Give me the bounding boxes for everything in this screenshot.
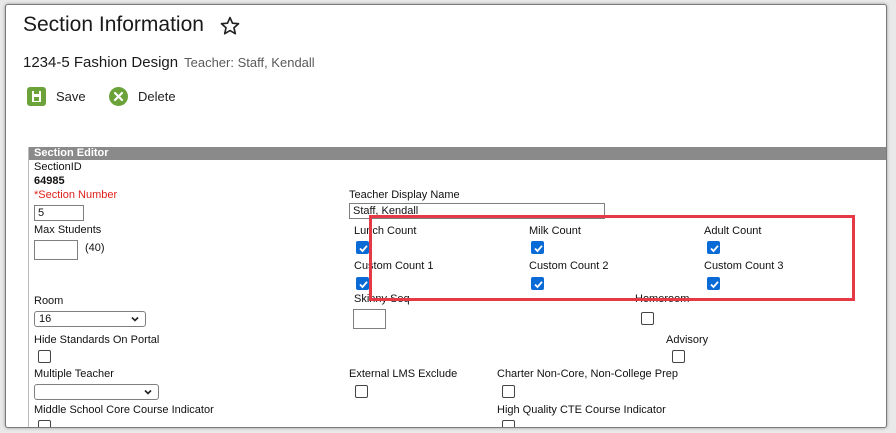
advisory-checkbox[interactable]	[672, 350, 685, 363]
multiple-teacher-label: Multiple Teacher	[34, 368, 114, 380]
star-icon[interactable]	[219, 15, 241, 37]
lunch-count-checkbox[interactable]	[356, 241, 369, 254]
delete-button[interactable]: Delete	[109, 87, 176, 106]
high-quality-cte-label: High Quality CTE Course Indicator	[497, 404, 666, 416]
chevron-down-icon	[144, 389, 152, 395]
high-quality-cte-checkbox[interactable]	[502, 420, 515, 427]
room-select[interactable]: 16	[34, 311, 146, 327]
page-title: Section Information	[23, 13, 204, 36]
x-circle-icon	[109, 87, 128, 106]
custom-count-1-checkbox[interactable]	[356, 277, 369, 290]
room-select-value: 16	[39, 313, 52, 325]
homeroom-checkbox[interactable]	[641, 312, 654, 325]
external-lms-exclude-checkbox[interactable]	[355, 385, 368, 398]
advisory-label: Advisory	[666, 334, 709, 346]
charter-non-core-label: Charter Non-Core, Non-College Prep	[497, 368, 678, 380]
max-students-label: Max Students	[34, 224, 102, 236]
middle-school-core-checkbox[interactable]	[38, 420, 51, 427]
room-label: Room	[34, 295, 64, 307]
course-name: 1234-5 Fashion Design	[23, 54, 179, 71]
max-students-hint: (40)	[85, 242, 105, 254]
teacher-display-name-label: Teacher Display Name	[349, 189, 460, 201]
charter-non-core-checkbox[interactable]	[502, 385, 515, 398]
max-students-input[interactable]	[34, 240, 78, 260]
skinny-seq-input[interactable]	[353, 309, 386, 329]
multiple-teacher-select[interactable]	[34, 384, 159, 400]
save-label: Save	[56, 89, 86, 104]
hide-standards-checkbox[interactable]	[38, 350, 51, 363]
section-number-label: *Section Number	[34, 189, 118, 201]
section-id-label: SectionID	[34, 161, 82, 173]
course-header: 1234-5 Fashion Design Teacher: Staff, Ken…	[23, 54, 315, 71]
section-id-value: 64985	[34, 175, 65, 187]
external-lms-exclude-label: External LMS Exclude	[349, 368, 458, 380]
middle-school-core-label: Middle School Core Course Indicator	[34, 404, 214, 416]
section-editor: Section Editor SectionID 64985 *Section …	[28, 147, 886, 427]
chevron-down-icon	[131, 316, 139, 322]
delete-label: Delete	[138, 89, 176, 104]
section-number-input[interactable]: 5	[34, 205, 84, 221]
teacher-name: Teacher: Staff, Kendall	[184, 55, 315, 70]
count-options-highlight	[369, 215, 855, 301]
floppy-icon	[27, 87, 46, 106]
section-editor-header: Section Editor	[29, 147, 886, 160]
section-information-window: Section Information 1234-5 Fashion Desig…	[5, 4, 887, 428]
hide-standards-label: Hide Standards On Portal	[34, 334, 160, 346]
save-button[interactable]: Save	[27, 87, 86, 106]
